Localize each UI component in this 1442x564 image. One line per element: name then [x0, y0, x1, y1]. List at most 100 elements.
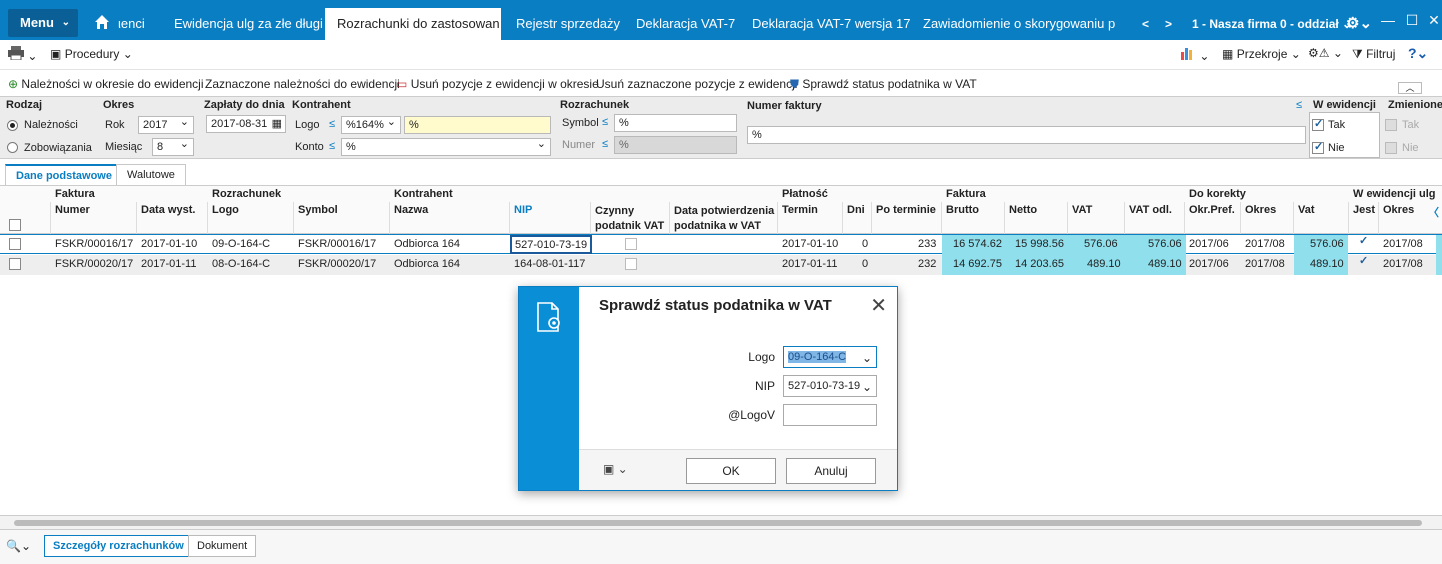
miesiac-select[interactable]: 8	[152, 138, 194, 156]
col-brutto[interactable]: Brutto	[946, 204, 979, 216]
sprawdz-status-button[interactable]: ⛊ Sprawdź status podatnika w VAT	[790, 77, 977, 92]
col-netto[interactable]: Netto	[1009, 204, 1037, 216]
naleznosci-w-okresie-button[interactable]: ⊕ Należności w okresie do ewidencji	[8, 77, 204, 91]
tab-scroll-right[interactable]: >	[1165, 8, 1172, 40]
logo-select[interactable]: %164%	[341, 116, 401, 134]
table-row[interactable]: FSKR/00016/17 2017-01-10 09-O-164-C FSKR…	[0, 234, 1442, 255]
col-divider	[1293, 202, 1294, 234]
chevron-left-icon[interactable]: 〈	[1428, 204, 1439, 220]
col-vat-korekta[interactable]: Vat	[1298, 204, 1315, 216]
col-data-potwierdzenia[interactable]: Data potwierdzenia podatnika w VAT	[674, 204, 774, 234]
col-vat-odl[interactable]: VAT odl.	[1129, 204, 1172, 216]
nie-label: Nie	[1328, 142, 1345, 154]
select-all-checkbox[interactable]	[9, 219, 21, 231]
logo-text-input[interactable]: %	[404, 116, 551, 134]
col-jest[interactable]: Jest	[1353, 204, 1375, 216]
tab-zawiadomienie[interactable]: Zawiadomienie o skorygowaniu pod	[923, 8, 1115, 40]
col-termin[interactable]: Termin	[782, 204, 818, 216]
table-row[interactable]: FSKR/00020/17 2017-01-11 08-O-164-C FSKR…	[0, 254, 1442, 275]
col-po-terminie[interactable]: Po terminie	[876, 204, 936, 216]
grid-icon: ▦	[1222, 47, 1234, 61]
chart-icon[interactable]: ⌄	[1180, 46, 1209, 63]
le-icon: ≤	[329, 118, 336, 130]
tab-scroll-left[interactable]: <	[1142, 8, 1149, 40]
rok-select[interactable]: 2017	[138, 116, 194, 134]
horizontal-scrollbar[interactable]	[0, 515, 1442, 529]
dialog-logo-select[interactable]: 09-O-164-C	[783, 346, 877, 368]
col-okres-ewid[interactable]: Okres	[1383, 204, 1414, 216]
col-okres[interactable]: Okres	[1245, 204, 1276, 216]
gear-icon[interactable]: ⚙⌄	[1346, 8, 1372, 40]
print-icon[interactable]: ⌄	[8, 46, 37, 63]
col-vat[interactable]: VAT	[1072, 204, 1092, 216]
cell-netto: 14 203.65	[1015, 258, 1064, 270]
tab-deklaracja-vat7-17[interactable]: Deklaracja VAT-7 wersja 17	[752, 8, 912, 40]
tab-dane-podstawowe[interactable]: Dane podstawowe	[5, 164, 123, 186]
search-doc-icon[interactable]: 🔍⌄	[6, 539, 31, 553]
col-data-wyst[interactable]: Data wyst.	[141, 204, 195, 216]
help-icon[interactable]: ?⌄	[1408, 45, 1428, 62]
col-okr-pref[interactable]: Okr.Pref.	[1189, 204, 1235, 216]
cell-nip: 164-08-01-117	[514, 258, 586, 270]
tab-dokument[interactable]: Dokument	[188, 535, 257, 557]
tab-deklaracja-vat7[interactable]: Deklaracja VAT-7	[636, 8, 736, 40]
filtruj-button[interactable]: ⧩ Filtruj	[1352, 47, 1395, 62]
w-ewidencji-nie-checkbox[interactable]	[1312, 140, 1324, 154]
cell-okres-ewid: 2017/08	[1383, 258, 1423, 270]
col-dni[interactable]: Dni	[847, 204, 865, 216]
col-czynny-podatnik[interactable]: Czynny podatnik VAT	[595, 204, 664, 234]
numer-faktury-input[interactable]: %	[747, 126, 1306, 144]
radio-naleznosci[interactable]	[7, 120, 18, 131]
maximize-icon[interactable]: ☐	[1402, 10, 1422, 30]
usun-pozycje-button[interactable]: ▭ Usuń pozycje z ewidencji w okresie	[396, 77, 599, 91]
anuluj-button[interactable]: Anuluj	[786, 458, 876, 484]
cell-nip[interactable]: 527-010-73-19	[510, 235, 593, 254]
col-nazwa[interactable]: Nazwa	[394, 204, 428, 216]
przekroje-button[interactable]: ▦ Przekroje ⌄	[1222, 47, 1301, 61]
col-divider	[50, 202, 51, 234]
row-checkbox[interactable]	[9, 238, 21, 250]
col-logo[interactable]: Logo	[212, 204, 239, 216]
calendar-icon[interactable]: ▦	[272, 116, 282, 132]
col-symbol[interactable]: Symbol	[298, 204, 338, 216]
settings-warning-icon[interactable]: ⚙⚠ ⌄	[1308, 46, 1343, 60]
cell-po-terminie: 233	[918, 238, 937, 250]
tab-rejestr-sprzedazy[interactable]: Rejestr sprzedaży	[516, 8, 626, 40]
menu-button[interactable]: Menu ⌄	[8, 9, 78, 37]
col-divider	[1240, 202, 1241, 234]
col-divider	[389, 202, 390, 234]
col-numer[interactable]: Numer	[55, 204, 90, 216]
czynny-checkbox[interactable]	[625, 258, 637, 270]
jest-checkbox[interactable]	[1358, 254, 1370, 269]
tab-szczegoly-rozrachunkow[interactable]: Szczegóły rozrachunków	[44, 535, 193, 557]
tab-partial[interactable]: ιenci	[118, 8, 158, 40]
tab-walutowe[interactable]: Walutowe	[116, 164, 186, 186]
close-icon[interactable]: ✕	[1424, 10, 1442, 30]
collapse-filter-button[interactable]: ︿	[1398, 82, 1422, 94]
row-checkbox[interactable]	[9, 258, 21, 270]
tab-rozrachunki[interactable]: Rozrachunki do zastosowan	[325, 8, 501, 40]
dialog-nip-select[interactable]: 527-010-73-19	[783, 375, 877, 397]
action-toolbar: ⊕ Należności w okresie do ewidencji Zazn…	[0, 72, 1442, 96]
w-ewidencji-tak-checkbox[interactable]	[1312, 117, 1324, 131]
ok-button[interactable]: OK	[686, 458, 776, 484]
konto-select[interactable]: %	[341, 138, 551, 156]
symbol-input[interactable]: %	[614, 114, 737, 132]
scrollbar-thumb[interactable]	[14, 520, 1422, 526]
procedury-button[interactable]: ▣ Procedury ⌄	[50, 47, 133, 61]
col-nip[interactable]: NIP	[514, 204, 532, 216]
radio-zobowiazania[interactable]	[7, 142, 18, 153]
home-icon[interactable]	[94, 14, 110, 30]
zaplaty-date-input[interactable]: 2017-08-31 ▦	[206, 115, 286, 133]
zaznaczone-naleznosci-button[interactable]: Zaznaczone należności do ewidencji	[205, 77, 400, 91]
tab-ewidencja-ulg[interactable]: Ewidencja ulg za złe długi	[174, 8, 324, 40]
usun-zaznaczone-button[interactable]: Usuń zaznaczone pozycje z ewidencji	[596, 77, 797, 91]
company-selector[interactable]: 1 - Nasza firma 0 - oddział ⌄	[1192, 8, 1352, 40]
jest-checkbox[interactable]	[1358, 234, 1370, 249]
filter-icon: ⧩	[1352, 47, 1363, 61]
minimize-icon[interactable]: —	[1378, 10, 1398, 30]
dialog-logov-input[interactable]	[783, 404, 877, 426]
dialog-close-icon[interactable]: ✕	[870, 293, 887, 318]
dialog-settings-icon[interactable]: ▣ ⌄	[603, 462, 628, 476]
czynny-checkbox[interactable]	[625, 238, 637, 250]
